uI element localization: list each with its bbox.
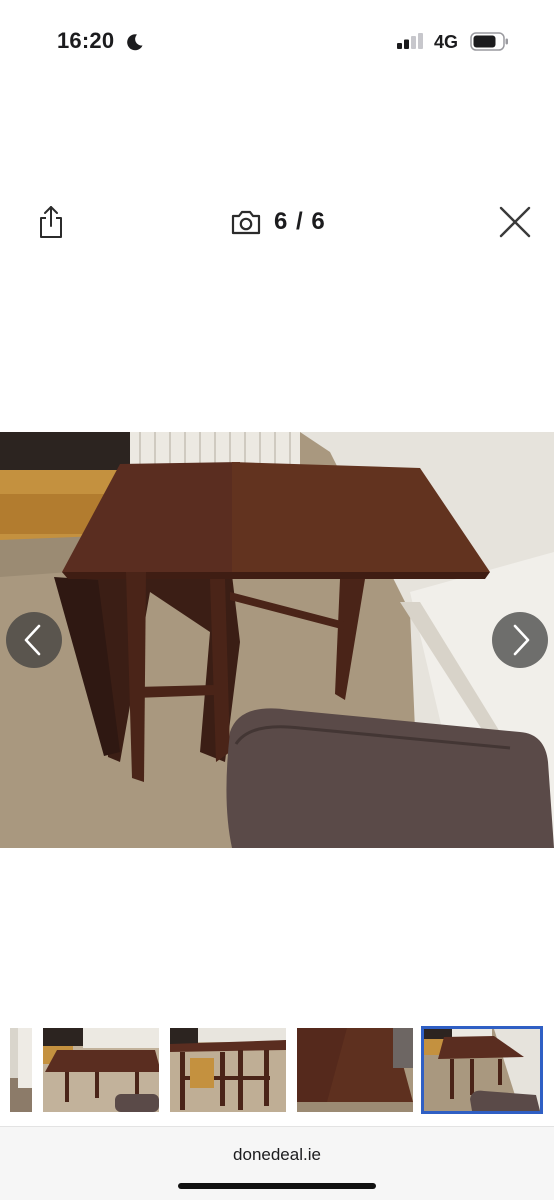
thumbnail-1[interactable] [10,1028,32,1112]
table-photo [0,432,554,848]
close-button[interactable] [498,205,532,239]
thumbnail-4[interactable] [297,1028,413,1112]
moon-icon [127,34,143,51]
status-time: 16:20 [57,28,115,53]
close-icon [499,206,531,238]
battery-icon [470,32,508,51]
thumbnail-2[interactable] [43,1028,159,1112]
signal-icon [397,33,423,49]
next-photo-button[interactable] [492,612,548,668]
chevron-right-icon [513,624,530,656]
status-bar: 16:20 4G [0,0,554,84]
main-photo[interactable] [0,432,554,848]
network-type: 4G [434,32,459,52]
chevron-left-icon [24,624,41,656]
thumbnail-3[interactable] [170,1028,286,1112]
url-label[interactable]: donedeal.ie [0,1145,554,1165]
browser-bar: donedeal.ie [0,1126,554,1200]
photo-counter-text: 6 / 6 [274,208,326,235]
thumbnail-5-active[interactable] [421,1026,543,1114]
camera-icon [231,210,261,235]
home-indicator[interactable] [178,1183,376,1189]
previous-photo-button[interactable] [6,612,62,668]
share-button[interactable] [36,204,66,240]
photo-counter: 6 / 6 [230,205,326,239]
thumbnail-strip [0,1026,554,1114]
share-icon [40,206,62,238]
